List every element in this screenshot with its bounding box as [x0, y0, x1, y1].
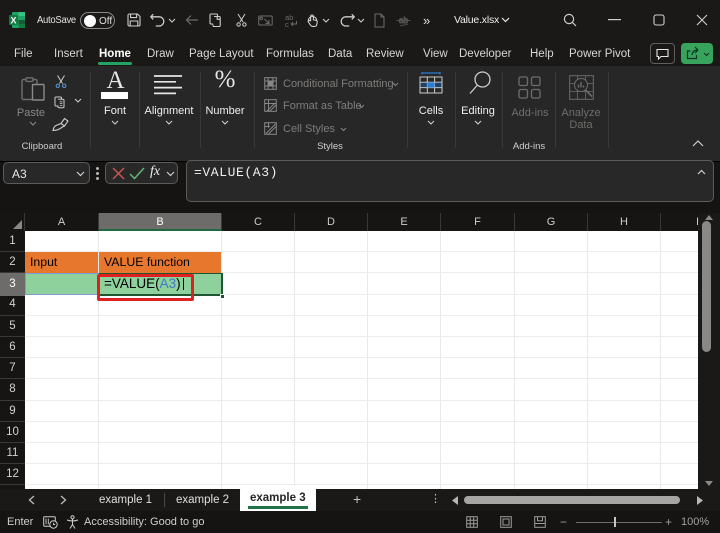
svg-text:c: c: [285, 20, 289, 28]
svg-text:X: X: [10, 16, 16, 26]
